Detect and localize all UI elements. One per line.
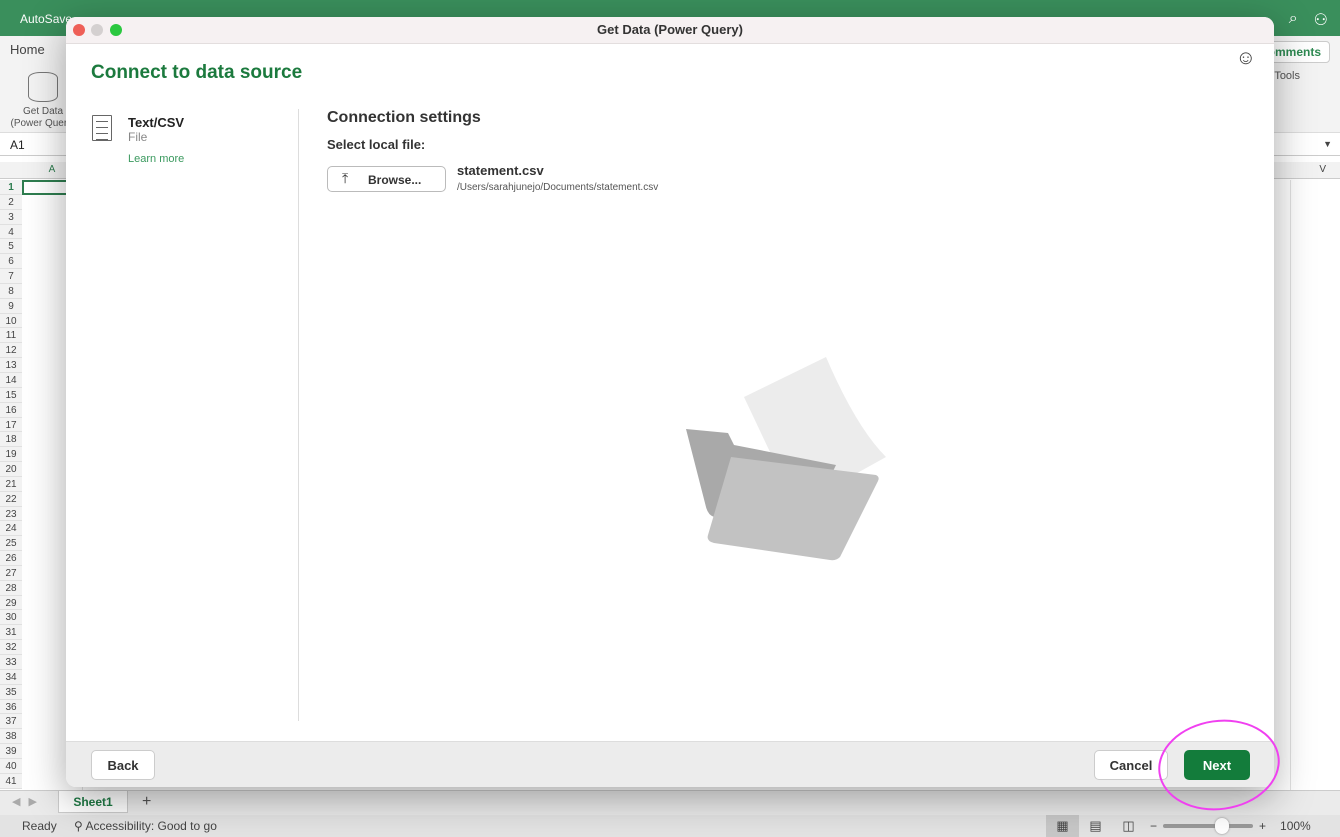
- row-number[interactable]: 37: [0, 714, 22, 730]
- sheet-tab[interactable]: Sheet1: [58, 791, 128, 813]
- connection-settings-heading: Connection settings: [327, 109, 481, 126]
- upload-icon: ⤒: [342, 170, 349, 186]
- row-number[interactable]: 21: [0, 477, 22, 492]
- row-number[interactable]: 28: [0, 581, 22, 596]
- sheet-nav-arrows[interactable]: ◀▶: [12, 795, 45, 808]
- row-number[interactable]: 26: [0, 551, 22, 566]
- row-number[interactable]: 27: [0, 566, 22, 581]
- database-icon: [28, 72, 58, 102]
- folder-illustration-icon: [686, 357, 886, 561]
- dialog-titlebar: Get Data (Power Query): [66, 17, 1274, 44]
- document-icon: [92, 115, 112, 141]
- autosave-label: AutoSave: [20, 12, 73, 26]
- page-title: Connect to data source: [91, 62, 303, 83]
- row-number[interactable]: 23: [0, 507, 22, 522]
- page-layout-icon[interactable]: ▤: [1079, 815, 1112, 837]
- row-number[interactable]: 39: [0, 744, 22, 759]
- name-box[interactable]: A1: [10, 138, 25, 152]
- row-number[interactable]: 20: [0, 462, 22, 477]
- row-number[interactable]: 22: [0, 492, 22, 507]
- tab-home[interactable]: Home: [10, 42, 45, 57]
- add-sheet-button[interactable]: +: [142, 793, 151, 811]
- row-headers: 1 2 3 4 5 6 7 8 9 10 11 12 13 14 15 16 17 18 19 20 21 22 23 24 2…: [0, 180, 22, 789]
- search-icon[interactable]: ⌕: [1289, 10, 1298, 30]
- row-number[interactable]: 12: [0, 343, 22, 359]
- row-number[interactable]: 36: [0, 700, 22, 715]
- cancel-button[interactable]: Cancel: [1094, 750, 1168, 780]
- feedback-smiley-icon[interactable]: ☺: [1236, 47, 1256, 70]
- row-number[interactable]: 11: [0, 328, 22, 344]
- row-number[interactable]: 10: [0, 314, 22, 329]
- row-number[interactable]: 4: [0, 225, 22, 240]
- page-break-icon[interactable]: ◫: [1112, 815, 1145, 837]
- source-name: Text/CSV: [128, 115, 185, 130]
- row-number[interactable]: 34: [0, 670, 22, 685]
- row-number[interactable]: 31: [0, 625, 22, 641]
- row-number[interactable]: 3: [0, 210, 22, 225]
- back-button[interactable]: Back: [91, 750, 155, 780]
- select-file-label: Select local file:: [327, 137, 426, 152]
- row-number[interactable]: 33: [0, 655, 22, 670]
- row-number[interactable]: 15: [0, 388, 22, 403]
- row-number[interactable]: 16: [0, 403, 22, 418]
- row-number[interactable]: 8: [0, 284, 22, 299]
- accessibility-icon: ⚲: [74, 819, 86, 833]
- row-number[interactable]: 2: [0, 195, 22, 210]
- row-number[interactable]: 5: [0, 239, 22, 255]
- share-icon[interactable]: ⚇: [1314, 10, 1328, 30]
- row-number[interactable]: 13: [0, 358, 22, 373]
- close-button[interactable]: [73, 24, 85, 36]
- row-number[interactable]: 29: [0, 596, 22, 611]
- sheet-tabs: ◀▶ Sheet1 +: [0, 790, 1340, 815]
- row-number[interactable]: 9: [0, 299, 22, 314]
- row-number[interactable]: 25: [0, 536, 22, 552]
- row-number[interactable]: 40: [0, 759, 22, 774]
- zoom-level: 100%: [1280, 819, 1311, 833]
- row-number[interactable]: 32: [0, 640, 22, 655]
- normal-view-icon[interactable]: ▦: [1046, 815, 1079, 837]
- chevron-down-icon[interactable]: ▼: [1323, 139, 1332, 149]
- accessibility-status[interactable]: ⚲ Accessibility: Good to go: [74, 819, 217, 833]
- row-number[interactable]: 19: [0, 447, 22, 463]
- browse-button[interactable]: ⤒ Browse...: [327, 166, 446, 192]
- dialog-footer: Back Cancel Next: [66, 741, 1274, 787]
- get-data-dialog: Get Data (Power Query) ☺ Connect to data…: [66, 17, 1274, 787]
- zoom-out-button[interactable]: −: [1150, 819, 1157, 833]
- row-number[interactable]: 30: [0, 610, 22, 626]
- row-number[interactable]: 24: [0, 521, 22, 537]
- row-number[interactable]: 1: [0, 180, 22, 195]
- file-path: /Users/sarahjunejo/Documents/statement.c…: [457, 182, 659, 193]
- row-number[interactable]: 7: [0, 269, 22, 284]
- row-number[interactable]: 18: [0, 432, 22, 448]
- zoom-in-button[interactable]: +: [1259, 819, 1266, 833]
- divider: [298, 109, 299, 721]
- row-number[interactable]: 14: [0, 373, 22, 388]
- row-number[interactable]: 35: [0, 685, 22, 700]
- dialog-title: Get Data (Power Query): [597, 22, 743, 37]
- learn-more-link[interactable]: Learn more: [128, 153, 184, 165]
- row-number[interactable]: 17: [0, 418, 22, 433]
- status-ready: Ready: [22, 819, 57, 833]
- zoom-button[interactable]: [110, 24, 122, 36]
- zoom-slider[interactable]: [1163, 818, 1254, 834]
- row-number[interactable]: 41: [0, 774, 22, 789]
- minimize-button[interactable]: [91, 24, 103, 36]
- row-number[interactable]: 6: [0, 254, 22, 270]
- status-bar: Ready ⚲ Accessibility: Good to go ▦ ▤ ◫ − +…: [0, 815, 1340, 837]
- tools-label: Tools: [1274, 70, 1300, 82]
- column-v[interactable]: V: [1319, 164, 1326, 175]
- file-name: statement.csv: [457, 163, 544, 178]
- source-type: File: [128, 130, 148, 144]
- row-number[interactable]: 38: [0, 729, 22, 745]
